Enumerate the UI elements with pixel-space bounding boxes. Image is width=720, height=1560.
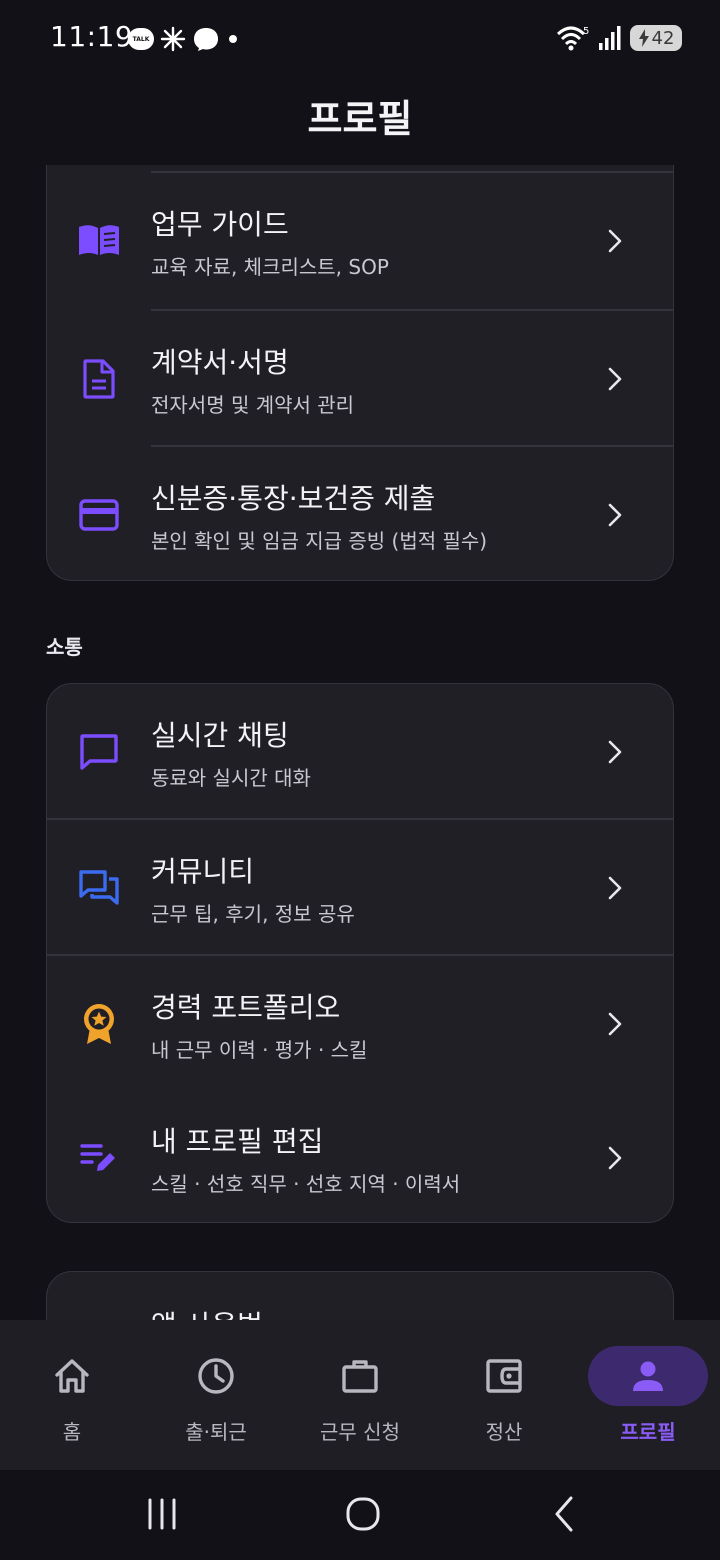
- home-button-icon[interactable]: [343, 1494, 383, 1534]
- wifi-icon: 5: [556, 26, 589, 51]
- chevron-right-icon: [608, 1146, 622, 1170]
- menu-item-live-chat[interactable]: 실시간 채팅 동료와 실시간 대화: [47, 684, 673, 820]
- home-icon: [55, 1359, 89, 1393]
- nav-item-attendance[interactable]: 출·퇴근: [144, 1320, 288, 1470]
- menu-item-subtitle: 내 근무 이력 · 평가 · 스킬: [151, 1038, 368, 1062]
- messenger-icon: [194, 28, 218, 51]
- menu-item-subtitle: 전자서명 및 계약서 관리: [151, 393, 355, 417]
- menu-item-title: 실시간 채팅: [151, 719, 289, 752]
- menu-item-title: 앱 사용법: [151, 1304, 263, 1320]
- scroll-content[interactable]: 업무 가이드 교육 자료, 체크리스트, SOP 계약서·서명 전자서명 및 계…: [0, 165, 720, 1320]
- nav-item-work-request[interactable]: 근무 신청: [288, 1320, 432, 1470]
- menu-item-title: 경력 포트폴리오: [151, 991, 341, 1024]
- award-icon: [77, 1002, 121, 1046]
- sparkle-icon: [160, 26, 186, 52]
- page-title: 프로필: [307, 97, 413, 141]
- menu-item-title: 계약서·서명: [151, 346, 289, 379]
- battery-level: 42: [651, 27, 675, 49]
- menu-item-subtitle: 교육 자료, 체크리스트, SOP: [151, 255, 389, 279]
- back-icon[interactable]: [545, 1494, 585, 1534]
- status-bar: 11:19 TALK 5 42: [0, 0, 720, 80]
- notification-icons: TALK: [128, 26, 240, 52]
- book-icon: [77, 219, 121, 263]
- menu-item-work-guide[interactable]: 업무 가이드 교육 자료, 체크리스트, SOP: [47, 173, 673, 309]
- menu-item-title: 커뮤니티: [151, 855, 255, 888]
- forum-icon: [77, 866, 121, 910]
- nav-label: 근무 신청: [320, 1420, 400, 1444]
- talk-icon-label: TALK: [132, 35, 150, 43]
- bottom-nav: 홈 출·퇴근 근무 신청 정산 프로필: [0, 1320, 720, 1470]
- menu-item-title: 신분증·통장·보건증 제출: [151, 482, 436, 515]
- menu-item-subtitle: 스킬 · 선호 직무 · 선호 지역 · 이력서: [151, 1172, 461, 1196]
- status-right: 5 42: [556, 24, 682, 52]
- nav-item-profile[interactable]: 프로필: [576, 1320, 720, 1470]
- menu-item-subtitle: 본인 확인 및 임금 지급 증빙 (법적 필수): [151, 529, 488, 553]
- credit-card-icon: [77, 493, 121, 537]
- nav-item-settlement[interactable]: 정산: [432, 1320, 576, 1470]
- menu-item-title: 내 프로필 편집: [151, 1125, 324, 1158]
- signal-icon: [599, 26, 621, 50]
- edit-list-icon: [77, 1136, 121, 1180]
- menu-item-id-submission[interactable]: 신분증·통장·보건증 제출 본인 확인 및 임금 지급 증빙 (법적 필수): [47, 447, 673, 583]
- wallet-icon: [486, 1359, 522, 1393]
- chevron-right-icon: [608, 367, 622, 391]
- work-menu-card: 업무 가이드 교육 자료, 체크리스트, SOP 계약서·서명 전자서명 및 계…: [46, 165, 674, 581]
- status-time: 11:19: [50, 20, 134, 53]
- app-guide-card[interactable]: 앱 사용법: [46, 1271, 674, 1320]
- dot-icon: [229, 35, 237, 43]
- person-icon: [633, 1361, 663, 1391]
- battery-indicator: 42: [630, 25, 682, 51]
- system-nav-bar: [0, 1470, 720, 1560]
- menu-item-subtitle: 근무 팁, 후기, 정보 공유: [151, 902, 355, 926]
- chevron-right-icon: [608, 503, 622, 527]
- clock-icon: [198, 1358, 234, 1394]
- menu-item-subtitle: 동료와 실시간 대화: [151, 766, 311, 790]
- nav-label: 홈: [62, 1420, 82, 1444]
- briefcase-icon: [342, 1360, 378, 1393]
- menu-item-contract[interactable]: 계약서·서명 전자서명 및 계약서 관리: [47, 311, 673, 447]
- menu-item-community[interactable]: 커뮤니티 근무 팁, 후기, 정보 공유: [47, 820, 673, 956]
- chat-icon: [77, 730, 121, 774]
- charging-icon: [638, 29, 649, 47]
- talk-icon: TALK: [128, 28, 154, 50]
- menu-item-title: 업무 가이드: [151, 208, 289, 241]
- communication-menu-card: 실시간 채팅 동료와 실시간 대화 커뮤니티 근무 팁, 후기, 정보 공유 경…: [46, 683, 674, 1223]
- menu-item-career-portfolio[interactable]: 경력 포트폴리오 내 근무 이력 · 평가 · 스킬: [47, 956, 673, 1092]
- section-label-communication: 소통: [46, 635, 83, 659]
- chevron-right-icon: [608, 1012, 622, 1036]
- recent-apps-icon[interactable]: [142, 1494, 182, 1534]
- document-icon: [77, 357, 121, 401]
- chevron-right-icon: [608, 876, 622, 900]
- wifi-label: 5: [583, 26, 589, 37]
- chevron-right-icon: [608, 229, 622, 253]
- nav-label: 프로필: [620, 1420, 676, 1444]
- nav-label: 출·퇴근: [185, 1420, 247, 1444]
- nav-label: 정산: [485, 1420, 523, 1444]
- menu-item-edit-profile[interactable]: 내 프로필 편집 스킬 · 선호 직무 · 선호 지역 · 이력서: [47, 1090, 673, 1226]
- nav-item-home[interactable]: 홈: [0, 1320, 144, 1470]
- chevron-right-icon: [608, 740, 622, 764]
